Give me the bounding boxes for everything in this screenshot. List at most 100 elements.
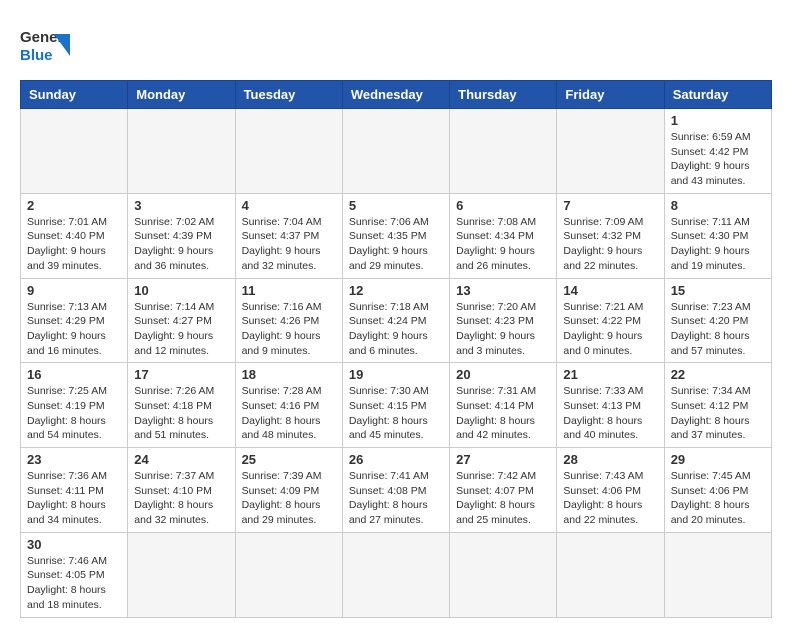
day-number: 3 bbox=[134, 198, 228, 213]
day-number: 4 bbox=[242, 198, 336, 213]
day-number: 6 bbox=[456, 198, 550, 213]
calendar-cell: 24 Sunrise: 7:37 AM Sunset: 4:10 PM Dayli… bbox=[128, 448, 235, 533]
calendar-cell: 8 Sunrise: 7:11 AM Sunset: 4:30 PM Daylig… bbox=[664, 193, 771, 278]
calendar-cell: 6 Sunrise: 7:08 AM Sunset: 4:34 PM Daylig… bbox=[450, 193, 557, 278]
day-info: Sunrise: 7:30 AM Sunset: 4:15 PM Dayligh… bbox=[349, 384, 443, 443]
calendar-cell: 30 Sunrise: 7:46 AM Sunset: 4:05 PM Dayli… bbox=[21, 532, 128, 617]
calendar-cell bbox=[557, 532, 664, 617]
calendar-week-3: 9Sunrise: 7:13 AM Sunset: 4:29 PM Daylig… bbox=[21, 278, 772, 363]
calendar-cell: 29 Sunrise: 7:45 AM Sunset: 4:06 PM Dayli… bbox=[664, 448, 771, 533]
calendar-cell: 26 Sunrise: 7:41 AM Sunset: 4:08 PM Dayli… bbox=[342, 448, 449, 533]
day-info: Sunrise: 7:14 AM Sunset: 4:27 PM Dayligh… bbox=[134, 300, 228, 359]
day-info: Sunrise: 7:04 AM Sunset: 4:37 PM Dayligh… bbox=[242, 215, 336, 274]
calendar-cell: 2Sunrise: 7:01 AM Sunset: 4:40 PM Daylig… bbox=[21, 193, 128, 278]
calendar-cell bbox=[342, 109, 449, 194]
day-info: Sunrise: 7:09 AM Sunset: 4:32 PM Dayligh… bbox=[563, 215, 657, 274]
calendar-cell: 27 Sunrise: 7:42 AM Sunset: 4:07 PM Dayli… bbox=[450, 448, 557, 533]
day-info: Sunrise: 7:18 AM Sunset: 4:24 PM Dayligh… bbox=[349, 300, 443, 359]
day-info: Sunrise: 7:46 AM Sunset: 4:05 PM Dayligh… bbox=[27, 554, 121, 613]
calendar-cell: 15 Sunrise: 7:23 AM Sunset: 4:20 PM Dayli… bbox=[664, 278, 771, 363]
calendar-cell bbox=[128, 109, 235, 194]
day-number: 19 bbox=[349, 367, 443, 382]
calendar-cell bbox=[235, 532, 342, 617]
day-info: Sunrise: 6:59 AM Sunset: 4:42 PM Dayligh… bbox=[671, 130, 765, 189]
calendar-header-row: SundayMondayTuesdayWednesdayThursdayFrid… bbox=[21, 81, 772, 109]
day-number: 20 bbox=[456, 367, 550, 382]
calendar-cell bbox=[450, 532, 557, 617]
day-number: 1 bbox=[671, 113, 765, 128]
calendar-cell bbox=[235, 109, 342, 194]
day-number: 26 bbox=[349, 452, 443, 467]
day-header-saturday: Saturday bbox=[664, 81, 771, 109]
day-number: 29 bbox=[671, 452, 765, 467]
calendar-cell: 18Sunrise: 7:28 AM Sunset: 4:16 PM Dayli… bbox=[235, 363, 342, 448]
day-info: Sunrise: 7:02 AM Sunset: 4:39 PM Dayligh… bbox=[134, 215, 228, 274]
day-info: Sunrise: 7:25 AM Sunset: 4:19 PM Dayligh… bbox=[27, 384, 121, 443]
calendar-cell: 20 Sunrise: 7:31 AM Sunset: 4:14 PM Dayli… bbox=[450, 363, 557, 448]
day-info: Sunrise: 7:41 AM Sunset: 4:08 PM Dayligh… bbox=[349, 469, 443, 528]
calendar-cell: 23Sunrise: 7:36 AM Sunset: 4:11 PM Dayli… bbox=[21, 448, 128, 533]
calendar-cell: 28 Sunrise: 7:43 AM Sunset: 4:06 PM Dayli… bbox=[557, 448, 664, 533]
day-info: Sunrise: 7:26 AM Sunset: 4:18 PM Dayligh… bbox=[134, 384, 228, 443]
calendar-cell bbox=[21, 109, 128, 194]
day-number: 15 bbox=[671, 283, 765, 298]
calendar-cell bbox=[128, 532, 235, 617]
calendar-cell: 16Sunrise: 7:25 AM Sunset: 4:19 PM Dayli… bbox=[21, 363, 128, 448]
day-info: Sunrise: 7:23 AM Sunset: 4:20 PM Dayligh… bbox=[671, 300, 765, 359]
calendar-week-1: 1 Sunrise: 6:59 AM Sunset: 4:42 PM Daylig… bbox=[21, 109, 772, 194]
calendar-cell: 13 Sunrise: 7:20 AM Sunset: 4:23 PM Dayli… bbox=[450, 278, 557, 363]
calendar-cell: 17Sunrise: 7:26 AM Sunset: 4:18 PM Dayli… bbox=[128, 363, 235, 448]
calendar-cell: 1 Sunrise: 6:59 AM Sunset: 4:42 PM Daylig… bbox=[664, 109, 771, 194]
day-info: Sunrise: 7:36 AM Sunset: 4:11 PM Dayligh… bbox=[27, 469, 121, 528]
calendar-cell: 5Sunrise: 7:06 AM Sunset: 4:35 PM Daylig… bbox=[342, 193, 449, 278]
day-info: Sunrise: 7:20 AM Sunset: 4:23 PM Dayligh… bbox=[456, 300, 550, 359]
calendar-cell: 9Sunrise: 7:13 AM Sunset: 4:29 PM Daylig… bbox=[21, 278, 128, 363]
calendar-cell: 14 Sunrise: 7:21 AM Sunset: 4:22 PM Dayli… bbox=[557, 278, 664, 363]
day-number: 28 bbox=[563, 452, 657, 467]
day-number: 27 bbox=[456, 452, 550, 467]
day-header-thursday: Thursday bbox=[450, 81, 557, 109]
day-header-friday: Friday bbox=[557, 81, 664, 109]
calendar-cell: 21 Sunrise: 7:33 AM Sunset: 4:13 PM Dayli… bbox=[557, 363, 664, 448]
day-info: Sunrise: 7:31 AM Sunset: 4:14 PM Dayligh… bbox=[456, 384, 550, 443]
day-number: 5 bbox=[349, 198, 443, 213]
day-number: 24 bbox=[134, 452, 228, 467]
calendar-cell: 19 Sunrise: 7:30 AM Sunset: 4:15 PM Dayli… bbox=[342, 363, 449, 448]
day-number: 8 bbox=[671, 198, 765, 213]
day-info: Sunrise: 7:37 AM Sunset: 4:10 PM Dayligh… bbox=[134, 469, 228, 528]
day-header-tuesday: Tuesday bbox=[235, 81, 342, 109]
day-info: Sunrise: 7:08 AM Sunset: 4:34 PM Dayligh… bbox=[456, 215, 550, 274]
day-number: 25 bbox=[242, 452, 336, 467]
day-header-monday: Monday bbox=[128, 81, 235, 109]
day-info: Sunrise: 7:11 AM Sunset: 4:30 PM Dayligh… bbox=[671, 215, 765, 274]
calendar-cell: 10 Sunrise: 7:14 AM Sunset: 4:27 PM Dayli… bbox=[128, 278, 235, 363]
day-info: Sunrise: 7:28 AM Sunset: 4:16 PM Dayligh… bbox=[242, 384, 336, 443]
logo: General Blue bbox=[20, 20, 74, 70]
page-header: General Blue bbox=[20, 20, 772, 70]
day-number: 30 bbox=[27, 537, 121, 552]
day-info: Sunrise: 7:42 AM Sunset: 4:07 PM Dayligh… bbox=[456, 469, 550, 528]
day-info: Sunrise: 7:34 AM Sunset: 4:12 PM Dayligh… bbox=[671, 384, 765, 443]
day-number: 14 bbox=[563, 283, 657, 298]
calendar-cell: 25 Sunrise: 7:39 AM Sunset: 4:09 PM Dayli… bbox=[235, 448, 342, 533]
calendar-cell bbox=[342, 532, 449, 617]
day-number: 13 bbox=[456, 283, 550, 298]
calendar-week-2: 2Sunrise: 7:01 AM Sunset: 4:40 PM Daylig… bbox=[21, 193, 772, 278]
day-number: 10 bbox=[134, 283, 228, 298]
calendar-cell: 12Sunrise: 7:18 AM Sunset: 4:24 PM Dayli… bbox=[342, 278, 449, 363]
calendar-week-4: 16Sunrise: 7:25 AM Sunset: 4:19 PM Dayli… bbox=[21, 363, 772, 448]
calendar-cell: 7 Sunrise: 7:09 AM Sunset: 4:32 PM Daylig… bbox=[557, 193, 664, 278]
day-info: Sunrise: 7:21 AM Sunset: 4:22 PM Dayligh… bbox=[563, 300, 657, 359]
logo-icon: General Blue bbox=[20, 20, 70, 70]
day-info: Sunrise: 7:43 AM Sunset: 4:06 PM Dayligh… bbox=[563, 469, 657, 528]
day-info: Sunrise: 7:13 AM Sunset: 4:29 PM Dayligh… bbox=[27, 300, 121, 359]
day-number: 7 bbox=[563, 198, 657, 213]
day-info: Sunrise: 7:39 AM Sunset: 4:09 PM Dayligh… bbox=[242, 469, 336, 528]
calendar-cell: 3 Sunrise: 7:02 AM Sunset: 4:39 PM Daylig… bbox=[128, 193, 235, 278]
day-number: 21 bbox=[563, 367, 657, 382]
calendar-cell bbox=[450, 109, 557, 194]
calendar-cell bbox=[664, 532, 771, 617]
day-info: Sunrise: 7:45 AM Sunset: 4:06 PM Dayligh… bbox=[671, 469, 765, 528]
day-info: Sunrise: 7:33 AM Sunset: 4:13 PM Dayligh… bbox=[563, 384, 657, 443]
day-number: 22 bbox=[671, 367, 765, 382]
